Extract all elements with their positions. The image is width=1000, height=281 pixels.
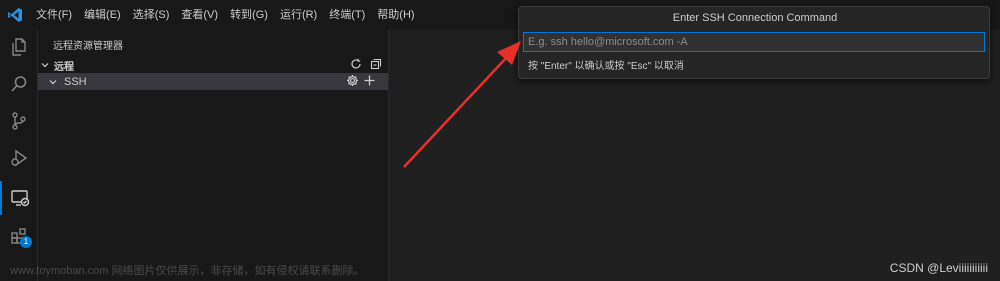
annotation-arrow-icon (403, 41, 521, 168)
watermark-right: CSDN @Leviiiiiiiiiii (889, 261, 988, 275)
watermark-left: www.toymoban.com 网络图片仅供展示，非存储，如有侵权请联系删除。 (10, 265, 365, 277)
